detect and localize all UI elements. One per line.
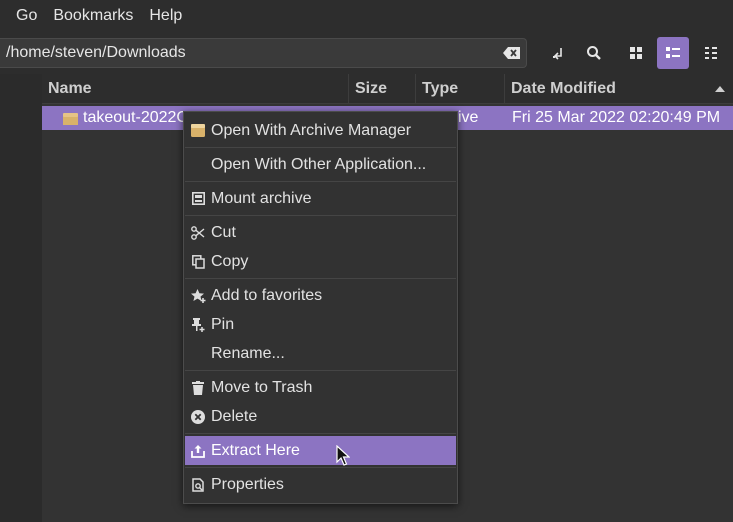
menu-separator bbox=[185, 278, 456, 279]
column-header: Name Size Type Date Modified bbox=[42, 74, 733, 104]
menu-label: Pin bbox=[211, 315, 235, 333]
menu-item-copy[interactable]: Copy bbox=[185, 247, 456, 276]
menu-label: Move to Trash bbox=[211, 378, 313, 396]
menu-label: Cut bbox=[211, 223, 236, 241]
scissors-icon bbox=[185, 225, 211, 240]
pin-icon bbox=[185, 317, 211, 332]
mount-icon bbox=[185, 192, 211, 205]
menu-label: Add to favorites bbox=[211, 286, 323, 304]
menu-item-extract-here[interactable]: Extract Here bbox=[185, 436, 456, 465]
menu-item-mount-archive[interactable]: Mount archive bbox=[185, 184, 456, 213]
menu-item-open-other-app[interactable]: Open With Other Application... bbox=[185, 150, 456, 179]
menu-bar: Go Bookmarks Help bbox=[0, 0, 733, 32]
menu-label: Properties bbox=[211, 475, 284, 493]
menu-separator bbox=[185, 215, 456, 216]
menu-go[interactable]: Go bbox=[0, 0, 45, 32]
search-icon[interactable] bbox=[578, 37, 610, 69]
properties-icon bbox=[185, 477, 211, 492]
column-date-modified[interactable]: Date Modified bbox=[505, 74, 733, 104]
menu-item-move-to-trash[interactable]: Move to Trash bbox=[185, 373, 456, 402]
menu-label: Extract Here bbox=[211, 441, 300, 459]
menu-bookmarks[interactable]: Bookmarks bbox=[45, 0, 141, 32]
toggle-location-icon[interactable] bbox=[543, 37, 575, 69]
file-type: ive bbox=[458, 109, 479, 126]
mouse-cursor-icon bbox=[336, 444, 351, 471]
menu-label: Copy bbox=[211, 252, 249, 270]
menu-separator bbox=[185, 467, 456, 468]
menu-separator bbox=[185, 181, 456, 182]
file-date: Fri 25 Mar 2022 02:20:49 PM bbox=[512, 109, 721, 126]
location-input[interactable]: /home/steven/Downloads bbox=[0, 44, 498, 62]
archive-file-icon bbox=[63, 111, 78, 125]
column-type[interactable]: Type bbox=[416, 74, 505, 104]
menu-label: Rename... bbox=[211, 344, 285, 362]
menu-item-pin[interactable]: Pin bbox=[185, 310, 456, 339]
menu-label: Delete bbox=[211, 407, 258, 425]
toolbar: /home/steven/Downloads bbox=[0, 32, 733, 74]
archive-manager-icon bbox=[185, 124, 211, 137]
delete-icon bbox=[185, 409, 211, 424]
star-icon bbox=[185, 288, 211, 303]
copy-icon bbox=[185, 254, 211, 269]
clear-location-icon[interactable] bbox=[498, 39, 526, 67]
context-menu: Open With Archive Manager Open With Othe… bbox=[183, 111, 458, 504]
column-name[interactable]: Name bbox=[42, 74, 349, 104]
column-size[interactable]: Size bbox=[349, 74, 416, 104]
menu-separator bbox=[185, 433, 456, 434]
menu-item-delete[interactable]: Delete bbox=[185, 402, 456, 431]
list-view-icon[interactable] bbox=[657, 37, 689, 69]
menu-item-open-archive-manager[interactable]: Open With Archive Manager bbox=[185, 116, 456, 145]
menu-item-cut[interactable]: Cut bbox=[185, 218, 456, 247]
menu-label: Open With Other Application... bbox=[211, 155, 427, 173]
menu-separator bbox=[185, 370, 456, 371]
trash-icon bbox=[185, 380, 211, 395]
menu-label: Mount archive bbox=[211, 189, 312, 207]
menu-help[interactable]: Help bbox=[141, 0, 190, 32]
sidebar bbox=[0, 74, 42, 522]
menu-separator bbox=[185, 147, 456, 148]
menu-label: Open With Archive Manager bbox=[211, 121, 412, 139]
menu-item-rename[interactable]: Rename... bbox=[185, 339, 456, 368]
extract-icon bbox=[185, 444, 211, 458]
location-bar[interactable]: /home/steven/Downloads bbox=[0, 38, 527, 68]
compact-view-icon[interactable] bbox=[695, 37, 727, 69]
column-date-label: Date Modified bbox=[511, 80, 616, 97]
menu-item-add-favorites[interactable]: Add to favorites bbox=[185, 281, 456, 310]
menu-item-properties[interactable]: Properties bbox=[185, 470, 456, 499]
sort-ascending-icon bbox=[715, 86, 725, 92]
icon-view-icon[interactable] bbox=[620, 37, 652, 69]
